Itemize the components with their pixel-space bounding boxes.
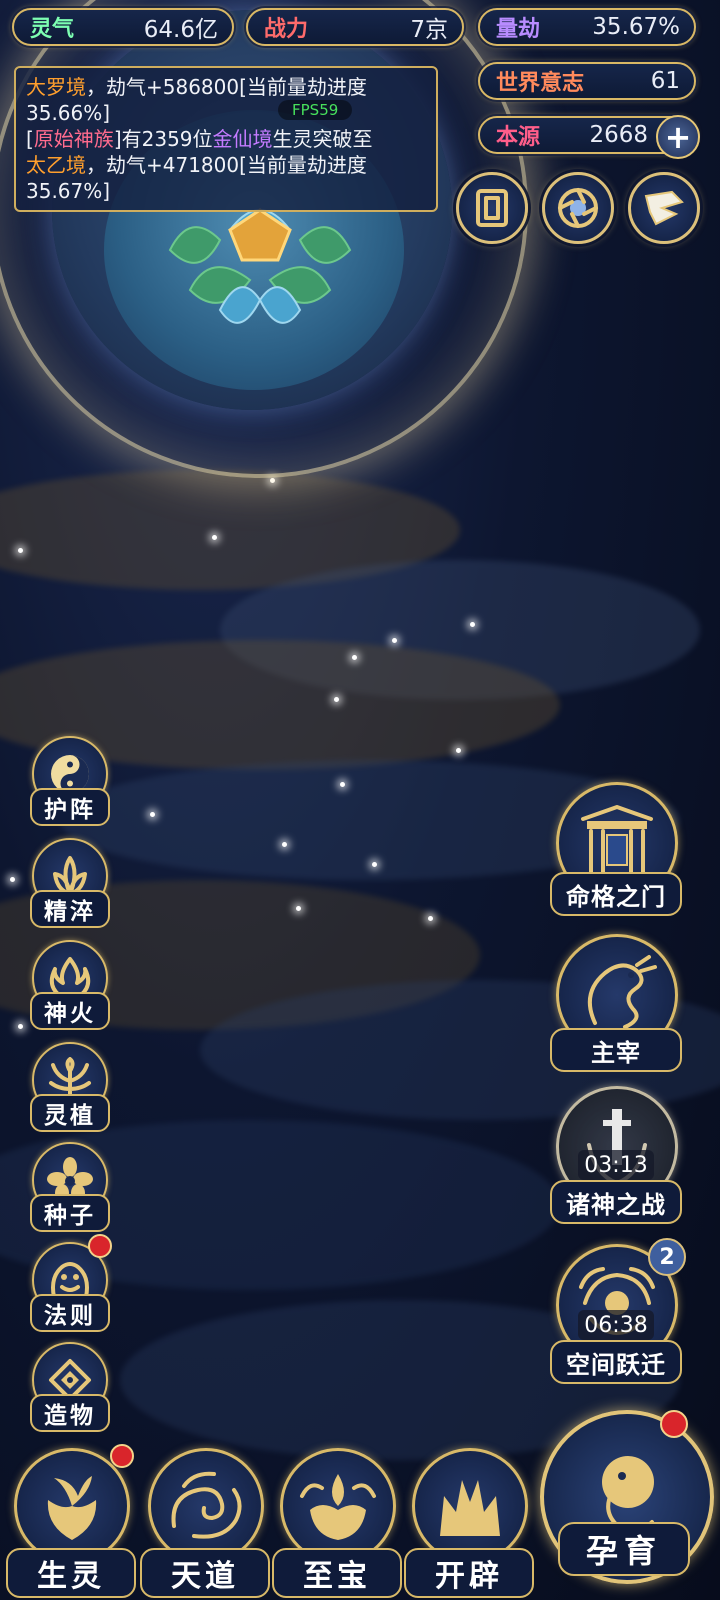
event-log: 大罗境，劫气+586800[当前量劫进度 35.66%] [原始神族]有2359… [14, 66, 438, 212]
liangjie-label: 量劫 [496, 16, 541, 42]
log-text: ，劫气+471800[当前量劫进度 [86, 153, 367, 177]
star [352, 655, 357, 660]
notification-dot [110, 1444, 134, 1468]
log-percent: 35.66%] [26, 101, 111, 125]
menu-label: 诸神之战 [550, 1180, 682, 1224]
realm-name: 太乙境 [26, 153, 86, 177]
zhanli-value: 7京 [410, 17, 448, 43]
star [212, 535, 217, 540]
count-badge: 2 [648, 1238, 686, 1276]
menu-zhuzai[interactable]: 主宰 [550, 934, 682, 1072]
notification-dot [88, 1234, 112, 1258]
star [270, 478, 275, 483]
lingqi-label: 灵气 [30, 16, 75, 42]
nav-label: 至宝 [272, 1548, 402, 1598]
realm-name: 金仙境 [212, 127, 273, 151]
nav-shengling[interactable]: 生灵 [6, 1444, 136, 1598]
nav-zhibao[interactable]: 至宝 [272, 1448, 402, 1598]
shijieyizhi-label: 世界意志 [496, 70, 585, 96]
menu-jingcui[interactable]: 精淬 [26, 838, 110, 928]
lingqi-resource[interactable]: 灵气 64.6亿 [12, 8, 234, 46]
zhanli-resource[interactable]: 战力 7京 [246, 8, 464, 46]
star [18, 1024, 23, 1029]
menu-label: 造物 [30, 1394, 110, 1432]
menu-mingge-gate[interactable]: 命格之门 [550, 782, 682, 916]
nav-label: 生灵 [6, 1548, 136, 1598]
add-benyuan-button[interactable]: + [656, 115, 700, 159]
log-line-3: 太乙境，劫气+471800[当前量劫进度 35.67%] [26, 152, 426, 204]
log-text: 生灵突破至 [272, 127, 373, 151]
card-icon [476, 189, 508, 227]
treasure-icon [280, 1448, 396, 1564]
flame-crown-icon [412, 1448, 528, 1564]
menu-label: 精淬 [30, 890, 110, 928]
star [392, 638, 397, 643]
shijieyizhi-value: 61 [650, 68, 680, 94]
cloud-swirl-icon [148, 1448, 264, 1564]
log-bracket: [ [26, 127, 34, 151]
log-line-1: 大罗境，劫气+586800[当前量劫进度 35.66%] [26, 74, 426, 126]
benyuan-resource[interactable]: 本源 2668 + [478, 115, 700, 159]
card-button[interactable] [456, 172, 528, 244]
menu-space-jump[interactable]: 2 06:38 空间跃迁 [550, 1238, 686, 1384]
nav-kaipi[interactable]: 开辟 [404, 1448, 534, 1598]
log-text: ，劫气+586800[当前量劫进度 [86, 75, 367, 99]
benyuan-label: 本源 [496, 124, 541, 150]
menu-label: 主宰 [550, 1028, 682, 1072]
phoenix-icon [14, 1448, 130, 1564]
star [296, 906, 301, 911]
menu-label: 灵植 [30, 1094, 110, 1132]
star [340, 782, 345, 787]
nav-yunyu[interactable]: 孕育 [540, 1410, 714, 1596]
menu-label: 种子 [30, 1194, 110, 1232]
menu-shenhuo[interactable]: 神火 [26, 940, 110, 1030]
shijieyizhi-resource[interactable]: 世界意志 61 [478, 62, 696, 100]
scroll-icon [644, 190, 684, 226]
realm-name: 大罗境 [26, 75, 86, 99]
menu-zhongzi[interactable]: 种子 [26, 1142, 110, 1232]
nav-label: 孕育 [558, 1522, 690, 1576]
star [150, 812, 155, 817]
lotus-platform [168, 208, 352, 324]
menu-label: 法则 [30, 1294, 110, 1332]
menu-label: 命格之门 [550, 872, 682, 916]
menu-lingzhi[interactable]: 灵植 [26, 1042, 110, 1132]
menu-label: 空间跃迁 [550, 1340, 682, 1384]
menu-zhushen-battle[interactable]: 03:13 诸神之战 [550, 1086, 682, 1224]
star [334, 697, 339, 702]
zhanli-label: 战力 [264, 16, 309, 42]
scroll-button[interactable] [628, 172, 700, 244]
plus-icon: + [664, 118, 692, 156]
star [456, 748, 461, 753]
log-text: ]有2359位 [113, 127, 213, 151]
nav-label: 天道 [140, 1548, 270, 1598]
menu-label: 神火 [30, 992, 110, 1030]
star [282, 842, 287, 847]
star [470, 622, 475, 627]
star [18, 548, 23, 553]
star [10, 877, 15, 882]
menu-label: 护阵 [30, 788, 110, 826]
clan-name: 原始神族 [33, 127, 114, 151]
liangjie-value: 35.67% [592, 14, 680, 40]
benyuan-value: 2668 [589, 122, 648, 148]
jump-timer: 06:38 [578, 1310, 654, 1340]
fps-counter: FPS59 [278, 100, 353, 120]
log-percent: 35.67%] [26, 179, 111, 203]
lingqi-value: 64.6亿 [143, 17, 218, 43]
liangjie-resource[interactable]: 量劫 35.67% [478, 8, 696, 46]
portal-button[interactable] [542, 172, 614, 244]
portal-icon [558, 188, 598, 228]
nav-tiandao[interactable]: 天道 [140, 1448, 270, 1598]
log-line-2: [原始神族]有2359位金仙境生灵突破至 [26, 126, 426, 152]
menu-huzhen[interactable]: 护阵 [26, 736, 110, 826]
menu-faze[interactable]: 法则 [26, 1234, 112, 1332]
menu-zaowu[interactable]: 造物 [26, 1342, 110, 1432]
star [372, 862, 377, 867]
nav-label: 开辟 [404, 1548, 534, 1598]
notification-dot [660, 1410, 688, 1438]
star [428, 916, 433, 921]
battle-timer: 03:13 [578, 1150, 654, 1180]
